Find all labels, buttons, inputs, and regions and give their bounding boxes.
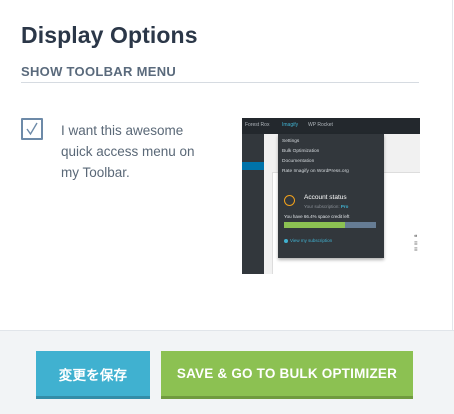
preview-credit-bar: [284, 222, 376, 228]
display-options-panel: Display Options SHOW TOOLBAR MENU I want…: [0, 0, 453, 330]
section-divider: [21, 82, 419, 83]
preview-menu-item: Bulk Optimization: [282, 149, 320, 154]
user-icon: [284, 238, 288, 243]
preview-sidebar-active: [242, 162, 264, 170]
preview-subscription: Your subscription: Pro: [304, 204, 348, 209]
preview-adminbar-item: WP Rocket: [308, 122, 333, 128]
preview-sidebar: [242, 134, 264, 274]
page-title: Display Options: [21, 22, 198, 48]
preview-view-subscription: View my subscription: [284, 238, 332, 243]
preview-adminbar-item: Imagify: [282, 122, 299, 128]
preview-view-subscription-label: View my subscription: [290, 238, 333, 243]
toolbar-menu-checkbox[interactable]: [21, 118, 43, 140]
toolbar-preview-image: Forest Rox Imagify WP Rocket ❝ ≡ ≡ Setti…: [242, 118, 420, 274]
preview-editor-icons: ❝ ≡ ≡: [414, 235, 420, 253]
preview-menu-item: Settings: [282, 139, 300, 144]
account-status-icon: [284, 195, 295, 206]
preview-space-credit: You have 66.4% space credit left: [284, 214, 350, 219]
save-button[interactable]: 変更を保存: [36, 351, 150, 399]
section-heading: SHOW TOOLBAR MENU: [21, 64, 177, 79]
preview-adminbar-item: Forest Rox: [245, 122, 270, 128]
preview-subscription-plan: Pro: [340, 204, 349, 209]
preview-dropdown-menu: Settings Bulk Optimization Documentation…: [278, 134, 384, 258]
preview-menu-item: Rate Imagify on WordPress.org: [282, 169, 349, 174]
preview-credit-bar-fill: [284, 222, 346, 228]
preview-account-status: Account status: [304, 194, 347, 201]
save-and-bulk-optimize-button[interactable]: SAVE & GO TO BULK OPTIMIZER: [161, 351, 413, 399]
checkmark-icon: [26, 122, 38, 136]
preview-menu-item: Documentation: [282, 159, 315, 164]
toolbar-menu-label[interactable]: I want this awesome quick access menu on…: [61, 120, 211, 183]
preview-subscription-prefix: Your subscription:: [304, 204, 340, 209]
preview-admin-bar: Forest Rox Imagify WP Rocket: [242, 118, 420, 134]
